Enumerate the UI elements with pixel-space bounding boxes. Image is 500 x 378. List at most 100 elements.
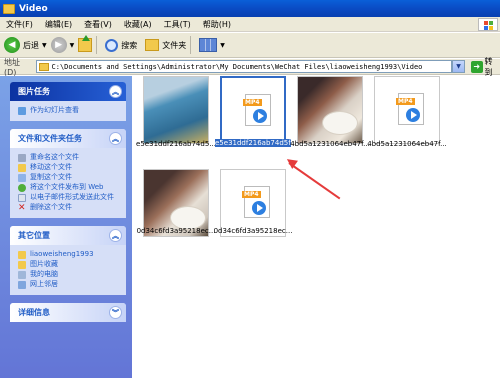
- place-label: 网上邻居: [30, 280, 58, 288]
- forward-button[interactable]: ▶ ▼: [50, 35, 74, 55]
- file-name[interactable]: 0d34c6fd3a95218ec...: [135, 227, 217, 235]
- place-network[interactable]: 网上邻居: [18, 280, 120, 289]
- globe-icon: [18, 184, 26, 192]
- other-places-panel: 其它位置 ︽ liaoweisheng1993 图片收藏 我的电脑 网上邻居: [10, 226, 126, 295]
- delete-icon: ✕: [18, 203, 26, 213]
- mp4-file-icon: MP4: [242, 186, 270, 218]
- file-thumbnail[interactable]: [143, 76, 209, 144]
- task-label: 复制这个文件: [30, 173, 72, 181]
- folders-label: 文件夹: [162, 40, 187, 50]
- toolbar: ◀ 后退 ▼ ▶ ▼ 搜索 文件夹 ▼: [0, 33, 500, 58]
- menu-view[interactable]: 查看(V): [78, 19, 118, 30]
- views-icon: [199, 38, 218, 52]
- file-tasks-panel: 文件和文件夹任务 ︽ 重命名这个文件 移动这个文件 复制这个文件 将这个文件发布…: [10, 129, 126, 218]
- file-name[interactable]: 4bd5a1231064eb47f...: [366, 140, 448, 148]
- collapse-chevron-icon[interactable]: ︽: [109, 85, 122, 98]
- toolbar-divider: [190, 36, 192, 54]
- task-label: 移动这个文件: [30, 163, 72, 171]
- menu-favorites[interactable]: 收藏(A): [118, 19, 158, 30]
- place-label: 我的电脑: [30, 270, 58, 278]
- other-places-title: 其它位置: [18, 231, 50, 240]
- file-name[interactable]: 4bd5a1231064eb47f...: [289, 140, 371, 148]
- go-button[interactable]: ➜ 转到: [470, 56, 500, 78]
- file-thumbnail[interactable]: MP4: [374, 76, 440, 144]
- task-copy[interactable]: 复制这个文件: [18, 173, 120, 182]
- address-label: 地址(D): [4, 57, 20, 77]
- chevron-down-icon: ▼: [220, 41, 225, 49]
- task-delete[interactable]: ✕ 删除这个文件: [18, 203, 120, 213]
- task-publish-web[interactable]: 将这个文件发布到 Web: [18, 183, 120, 192]
- task-email[interactable]: 以电子邮件形式发送此文件: [18, 193, 120, 202]
- collapse-chevron-icon[interactable]: ︽: [109, 132, 122, 145]
- network-icon: [18, 281, 26, 289]
- rename-icon: [18, 154, 26, 162]
- play-icon: [252, 201, 266, 215]
- menu-edit[interactable]: 编辑(E): [39, 19, 78, 30]
- file-thumbnail-selected[interactable]: MP4: [220, 76, 286, 144]
- task-rename[interactable]: 重命名这个文件: [18, 153, 120, 162]
- task-label: 将这个文件发布到 Web: [30, 183, 104, 191]
- computer-icon: [18, 271, 26, 279]
- place-label: 图片收藏: [30, 260, 58, 268]
- task-pane: 图片任务 ︽ 作为幻灯片查看 文件和文件夹任务 ︽ 重命名这个文件 移动这个文件…: [0, 76, 132, 378]
- address-dropdown-button[interactable]: ▼: [452, 60, 465, 73]
- task-slideshow[interactable]: 作为幻灯片查看: [18, 106, 120, 115]
- other-places-header[interactable]: 其它位置 ︽: [10, 226, 126, 245]
- views-button[interactable]: ▼: [199, 35, 225, 55]
- menu-help[interactable]: 帮助(H): [197, 19, 237, 30]
- picture-tasks-header[interactable]: 图片任务 ︽: [10, 82, 126, 101]
- task-label: 重命名这个文件: [30, 153, 79, 161]
- up-folder-icon: [78, 35, 93, 52]
- file-thumbnail[interactable]: [297, 76, 363, 144]
- place-my-pictures[interactable]: 图片收藏: [18, 260, 120, 269]
- search-label: 搜索: [121, 40, 138, 50]
- file-name[interactable]: e5e31ddf216ab74d5...: [135, 140, 217, 148]
- menu-file[interactable]: 文件(F): [0, 19, 39, 30]
- pictures-folder-icon: [18, 261, 26, 269]
- search-button[interactable]: 搜索: [105, 35, 137, 55]
- task-label: 删除这个文件: [30, 203, 72, 211]
- up-folder-button[interactable]: [78, 35, 93, 55]
- details-title: 详细信息: [18, 308, 50, 317]
- file-view: e5e31ddf216ab74d5... MP4 e5e31ddf216ab74…: [132, 76, 500, 378]
- menu-bar: 文件(F) 编辑(E) 查看(V) 收藏(A) 工具(T) 帮助(H): [0, 17, 500, 32]
- mp4-file-icon: MP4: [396, 93, 424, 125]
- file-name-selected[interactable]: e5e31ddf216ab74d5fc92f7848299d5f.mp4: [215, 139, 291, 147]
- play-icon: [406, 108, 420, 122]
- address-path: C:\Documents and Settings\Administrator\…: [51, 62, 423, 71]
- collapse-chevron-icon[interactable]: ︽: [109, 229, 122, 242]
- folder-icon: [38, 62, 49, 71]
- back-arrow-icon: ◀: [4, 37, 20, 53]
- file-tasks-title: 文件和文件夹任务: [18, 134, 82, 143]
- folders-button[interactable]: 文件夹: [145, 35, 186, 55]
- address-input[interactable]: C:\Documents and Settings\Administrator\…: [35, 60, 453, 73]
- chevron-down-icon: ▼: [42, 41, 47, 49]
- place-user-folder[interactable]: liaoweisheng1993: [18, 250, 120, 259]
- window-title: Video: [19, 3, 48, 14]
- windows-logo-icon: [478, 18, 498, 31]
- search-icon: [105, 38, 119, 52]
- expand-chevron-icon[interactable]: ︾: [109, 306, 122, 319]
- file-name[interactable]: 0d34c6fd3a95218ec...: [212, 227, 294, 235]
- toolbar-divider: [96, 36, 98, 54]
- mp4-tag: MP4: [396, 98, 415, 105]
- back-button[interactable]: ◀ 后退 ▼: [4, 35, 47, 55]
- details-header[interactable]: 详细信息 ︾: [10, 303, 126, 322]
- play-icon: [253, 109, 267, 123]
- back-label: 后退: [23, 40, 39, 50]
- mp4-file-icon: MP4: [243, 94, 271, 126]
- go-label: 转到: [484, 56, 493, 77]
- place-my-computer[interactable]: 我的电脑: [18, 270, 120, 279]
- address-bar: 地址(D) C:\Documents and Settings\Administ…: [0, 56, 500, 78]
- task-label: 以电子邮件形式发送此文件: [30, 193, 114, 201]
- copy-icon: [18, 174, 26, 182]
- task-move[interactable]: 移动这个文件: [18, 163, 120, 172]
- details-panel: 详细信息 ︾: [10, 303, 126, 322]
- go-arrow-icon: ➜: [470, 60, 483, 73]
- file-tasks-header[interactable]: 文件和文件夹任务 ︽: [10, 129, 126, 148]
- title-bar: Video: [0, 0, 500, 17]
- picture-tasks-panel: 图片任务 ︽ 作为幻灯片查看: [10, 82, 126, 121]
- email-icon: [18, 194, 26, 202]
- bowl-image: [322, 111, 358, 135]
- menu-tools[interactable]: 工具(T): [158, 19, 197, 30]
